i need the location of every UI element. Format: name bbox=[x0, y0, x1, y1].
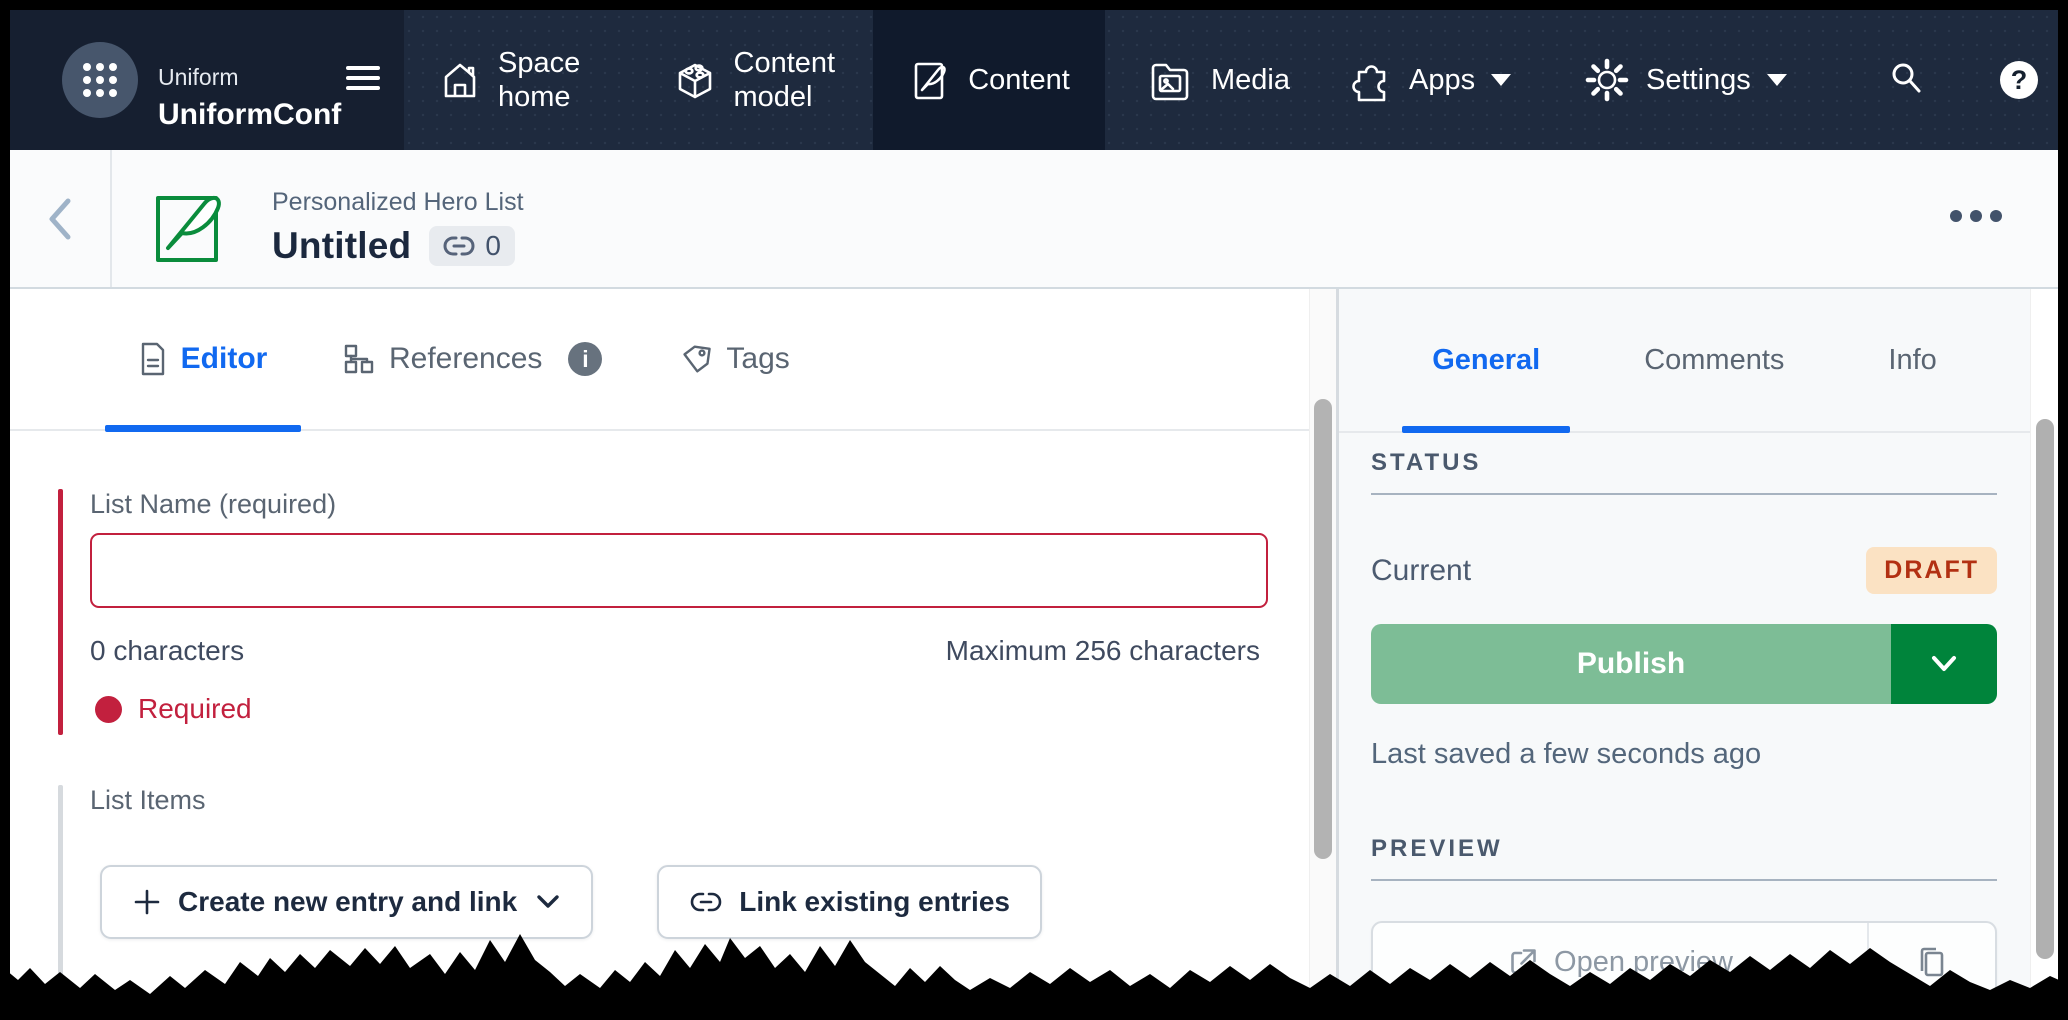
publish-split-button[interactable]: Publish bbox=[1371, 624, 1997, 704]
error-text: Required bbox=[138, 693, 252, 725]
field-label: List Items bbox=[90, 785, 206, 816]
entry-more-menu[interactable] bbox=[1950, 210, 2002, 222]
tab-tags[interactable]: Tags bbox=[680, 288, 789, 430]
link-icon bbox=[443, 235, 475, 257]
error-icon: ! bbox=[95, 696, 122, 723]
links-count-pill[interactable]: 0 bbox=[429, 226, 515, 266]
topnav-item-space-home[interactable]: Space home bbox=[404, 10, 652, 150]
tab-general[interactable]: General bbox=[1402, 289, 1570, 431]
field-label: List Name (required) bbox=[90, 489, 336, 520]
last-saved-text: Last saved a few seconds ago bbox=[1371, 738, 1997, 771]
topnav-label: Media bbox=[1211, 63, 1290, 97]
content-model-icon bbox=[672, 57, 718, 103]
tab-label: Info bbox=[1888, 344, 1936, 377]
topnav-item-content[interactable]: Content bbox=[873, 10, 1105, 150]
sidebar-scrollbar-thumb[interactable] bbox=[2036, 419, 2054, 959]
char-count: 0 characters bbox=[90, 635, 244, 667]
chevron-down-icon bbox=[1767, 74, 1787, 86]
tab-label: Comments bbox=[1644, 344, 1784, 377]
topnav-label: Content bbox=[968, 63, 1070, 97]
entry-header: Personalized Hero List Untitled 0 bbox=[10, 150, 2058, 289]
current-label: Current bbox=[1371, 554, 1471, 588]
divider bbox=[1371, 879, 1997, 881]
validation-error: ! Required bbox=[95, 693, 252, 725]
info-icon[interactable]: i bbox=[568, 342, 602, 376]
back-button[interactable] bbox=[10, 150, 112, 287]
org-name: Uniform bbox=[158, 66, 341, 89]
space-name: UniformConf bbox=[158, 100, 341, 130]
content-icon bbox=[908, 56, 952, 104]
divider bbox=[1371, 493, 1997, 495]
list-name-input[interactable] bbox=[90, 533, 1268, 608]
links-count: 0 bbox=[485, 230, 501, 262]
brand-block: Uniform UniformConf bbox=[158, 66, 341, 130]
sidebar-tabs: General Comments Info bbox=[1339, 289, 2030, 433]
field-list-name: List Name (required) 0 characters Maximu… bbox=[58, 489, 1298, 735]
publish-button[interactable]: Publish bbox=[1371, 624, 1891, 704]
help-button[interactable]: ? bbox=[1994, 10, 2044, 150]
status-heading: STATUS bbox=[1371, 449, 1997, 477]
topnav-label: Apps bbox=[1409, 63, 1475, 97]
space-switcher[interactable]: Uniform UniformConf bbox=[10, 10, 404, 150]
document-icon bbox=[139, 342, 167, 376]
references-icon bbox=[343, 343, 375, 375]
chevron-left-icon bbox=[47, 196, 73, 242]
topnav-item-content-model[interactable]: Content model bbox=[652, 10, 873, 150]
entry-type-icon bbox=[152, 184, 230, 273]
tab-info[interactable]: Info bbox=[1858, 289, 1966, 431]
publish-dropdown-button[interactable] bbox=[1891, 624, 1997, 704]
gear-icon bbox=[1584, 57, 1630, 103]
topnav-item-settings[interactable]: Settings bbox=[1584, 10, 1787, 150]
screenshot-frame: Uniform UniformConf Space home Content m… bbox=[0, 0, 2068, 1020]
content-type-name: Personalized Hero List bbox=[272, 188, 524, 217]
media-icon bbox=[1145, 58, 1195, 102]
max-chars: Maximum 256 characters bbox=[946, 635, 1260, 667]
chevron-down-icon bbox=[535, 893, 561, 911]
hamburger-menu-icon[interactable] bbox=[346, 66, 380, 94]
app-window: Uniform UniformConf Space home Content m… bbox=[10, 10, 2058, 1020]
topnav-label: Settings bbox=[1646, 63, 1751, 97]
tab-references[interactable]: References i bbox=[343, 288, 602, 430]
tab-label: Tags bbox=[726, 342, 789, 376]
top-navigation: Uniform UniformConf Space home Content m… bbox=[10, 10, 2058, 150]
search-button[interactable] bbox=[1878, 10, 1934, 150]
status-badge: DRAFT bbox=[1866, 547, 1997, 594]
topnav-item-apps[interactable]: Apps bbox=[1349, 10, 1511, 150]
tab-comments[interactable]: Comments bbox=[1614, 289, 1814, 431]
search-icon bbox=[1886, 58, 1926, 103]
tab-editor[interactable]: Editor bbox=[105, 288, 301, 430]
error-accent-bar bbox=[58, 489, 63, 735]
entry-titles: Personalized Hero List Untitled 0 bbox=[272, 188, 524, 267]
topnav-item-media[interactable]: Media bbox=[1105, 10, 1330, 150]
tag-icon bbox=[680, 343, 712, 375]
chevron-down-icon bbox=[1929, 654, 1959, 674]
house-icon bbox=[438, 58, 482, 102]
waffle-grid-icon[interactable] bbox=[62, 42, 138, 118]
topnav-label: Content model bbox=[734, 46, 854, 114]
puzzle-icon bbox=[1349, 58, 1393, 102]
tab-label: Editor bbox=[181, 342, 268, 376]
entry-title: Untitled bbox=[272, 225, 411, 267]
tab-label: References bbox=[389, 342, 542, 376]
torn-edge-decoration bbox=[0, 910, 2068, 1020]
char-counts: 0 characters Maximum 256 characters bbox=[90, 635, 1260, 667]
editor-tabs: Editor References i Tags bbox=[10, 289, 1309, 431]
main-scrollbar-thumb[interactable] bbox=[1314, 399, 1332, 859]
preview-heading: PREVIEW bbox=[1371, 835, 1997, 863]
tab-label: General bbox=[1432, 344, 1540, 377]
chevron-down-icon bbox=[1491, 74, 1511, 86]
help-icon: ? bbox=[2000, 61, 2038, 99]
grid-dots-icon bbox=[83, 63, 117, 97]
topnav-label: Space home bbox=[498, 46, 618, 114]
